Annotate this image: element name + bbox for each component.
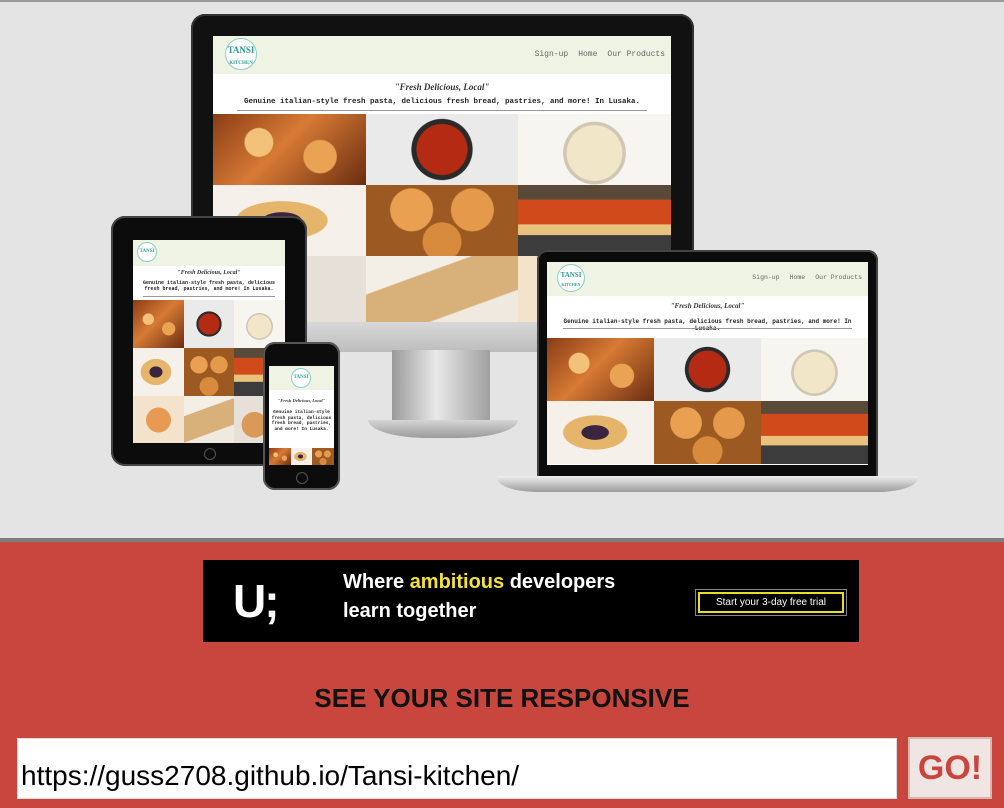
- monitor-stand: [392, 350, 490, 424]
- food-image: [365, 185, 519, 256]
- site-navbar: TANSI KITCHEN Sign-up Home Our Products: [547, 262, 868, 296]
- section-divider: [0, 538, 1004, 542]
- site-image-grid: [269, 448, 334, 465]
- phone-home-button: [296, 472, 308, 484]
- food-image: [183, 396, 235, 443]
- ui-dev-logo: U;: [233, 575, 280, 627]
- site-description: Genuine italian-style fresh pasta, delic…: [271, 410, 332, 432]
- banner-headline-line2: learn together: [343, 600, 477, 622]
- nav-link-products: Our Products: [815, 274, 862, 281]
- site-description: Genuine italian-style fresh pasta, delic…: [243, 98, 641, 106]
- site-navbar: TANSI: [269, 366, 334, 390]
- free-trial-button[interactable]: Start your 3-day free trial: [698, 592, 844, 613]
- site-image-grid: [547, 338, 868, 465]
- food-image: [183, 348, 235, 396]
- food-image: [183, 300, 235, 348]
- food-image: [761, 338, 868, 401]
- food-image: [547, 338, 654, 401]
- site-divider: [563, 328, 852, 329]
- page-heading: SEE YOUR SITE RESPONSIVE: [314, 683, 690, 713]
- site-logo: TANSI: [291, 368, 311, 388]
- laptop-device: TANSI KITCHEN Sign-up Home Our Products "Fr…: [537, 250, 878, 478]
- nav-link-signup: Sign-up: [534, 50, 569, 59]
- site-divider: [143, 296, 275, 297]
- site-tagline: "Fresh Delicious, Local": [177, 270, 241, 276]
- go-button[interactable]: GO!: [908, 737, 992, 799]
- food-image: [133, 348, 184, 396]
- food-image: [547, 401, 654, 464]
- site-divider: [237, 110, 647, 111]
- banner-headline-line1: Where ambitious developers: [343, 571, 616, 593]
- site-tagline: "Fresh Delicious, Local": [670, 302, 745, 310]
- food-image: [290, 448, 313, 465]
- food-image: [312, 448, 334, 465]
- site-nav-links: Sign-up Home Our Products: [525, 50, 665, 59]
- site-description: Genuine italian-style fresh pasta, delic…: [563, 318, 852, 332]
- nav-link-products: Our Products: [607, 50, 665, 59]
- food-image: [518, 114, 671, 185]
- nav-link-signup: Sign-up: [752, 274, 780, 281]
- site-tagline: "Fresh Delicious, Local": [394, 82, 490, 92]
- ad-banner[interactable]: U; Where ambitious developers learn toge…: [203, 560, 859, 642]
- url-input[interactable]: [17, 738, 897, 799]
- food-image: [133, 300, 184, 348]
- nav-link-home: Home: [578, 50, 598, 59]
- site-nav-links: Sign-up Home Our Products: [742, 274, 862, 281]
- food-image: [133, 396, 184, 443]
- nav-link-home: Home: [789, 274, 806, 281]
- food-image: [654, 401, 761, 464]
- food-image: [518, 185, 671, 256]
- laptop-base: [497, 476, 918, 492]
- tablet-home-button: [204, 448, 216, 460]
- site-navbar: TANSI: [133, 240, 285, 266]
- site-logo: TANSI KITCHEN: [557, 264, 585, 292]
- banner-highlight: ambitious: [409, 571, 505, 593]
- food-image: [365, 114, 519, 185]
- food-image: [269, 448, 291, 465]
- food-image: [234, 300, 285, 348]
- food-image: [213, 114, 366, 185]
- phone-site-preview: TANSI "Fresh Delicious, Local" Genuine i…: [269, 366, 334, 465]
- site-logo: TANSI KITCHEN: [225, 38, 257, 70]
- site-navbar: TANSI KITCHEN Sign-up Home Our Products: [213, 36, 671, 74]
- site-tagline: "Fresh Delicious, Local": [277, 398, 326, 403]
- food-image: [365, 256, 519, 326]
- site-logo: TANSI: [137, 242, 157, 262]
- phone-device: TANSI "Fresh Delicious, Local" Genuine i…: [263, 342, 340, 490]
- laptop-site-preview: TANSI KITCHEN Sign-up Home Our Products "Fr…: [547, 262, 868, 465]
- food-image: [761, 401, 868, 464]
- food-image: [654, 338, 761, 401]
- site-description: Genuine italian-style fresh pasta, delic…: [142, 280, 276, 292]
